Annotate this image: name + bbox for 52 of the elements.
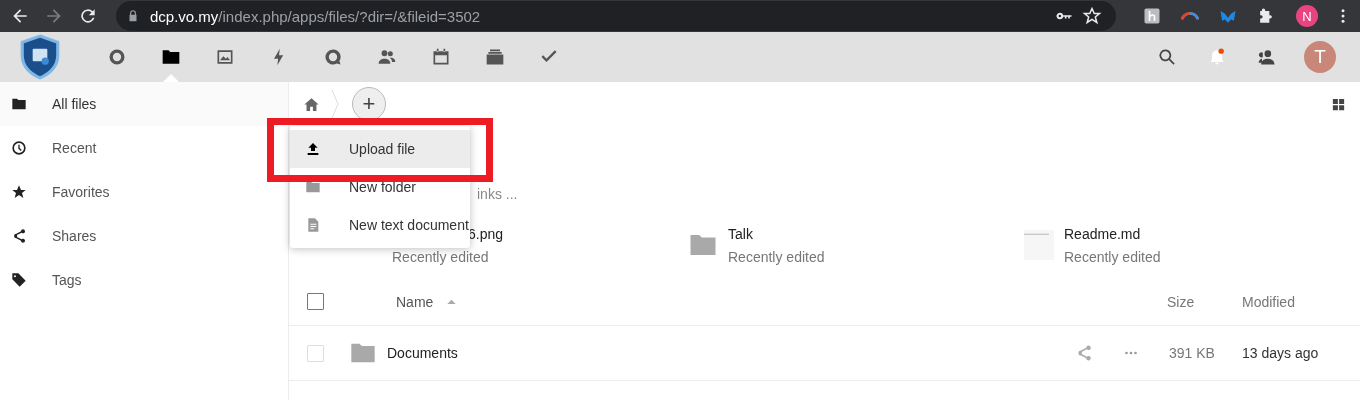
breadcrumb-separator-icon (330, 89, 340, 119)
tag-icon (11, 272, 27, 288)
extension-icon[interactable] (1142, 6, 1162, 26)
recent-file-subtitle: Recently edited (392, 248, 490, 265)
recent-file-name[interactable]: Talk (728, 225, 825, 242)
folder-icon (11, 96, 27, 112)
search-icon[interactable] (1157, 47, 1177, 67)
shield-logo-icon[interactable] (18, 34, 62, 80)
file-size: 391 KB (1169, 345, 1216, 361)
sidebar-item[interactable]: All files (0, 82, 288, 126)
home-icon[interactable] (303, 95, 320, 113)
image-icon (215, 47, 235, 67)
clock-icon (11, 140, 27, 156)
reload-icon[interactable] (78, 6, 98, 26)
select-all-checkbox[interactable] (307, 293, 324, 310)
recent-file-subtitle: Recently edited (728, 248, 825, 265)
bookmark-star-icon[interactable] (1082, 6, 1102, 26)
notes-field[interactable]: inks ... (477, 186, 518, 202)
recent-file-name[interactable]: Readme.md (1064, 225, 1161, 242)
folder-icon (305, 179, 321, 195)
menu-item[interactable]: New text document (290, 206, 470, 244)
profile-avatar[interactable]: N (1296, 5, 1318, 27)
star-icon (11, 184, 27, 200)
calendar-icon (431, 47, 451, 67)
upload-icon (305, 141, 321, 157)
grid-view-icon[interactable] (1331, 96, 1346, 112)
file-name[interactable]: Documents (387, 345, 458, 361)
add-button[interactable]: + (352, 87, 386, 121)
document-icon (305, 217, 321, 233)
sidebar-item[interactable]: Favorites (0, 170, 288, 214)
column-header[interactable]: Size (1167, 293, 1242, 310)
sidebar-item[interactable]: Tags (0, 258, 288, 302)
folder-icon (161, 47, 181, 67)
share-icon (11, 228, 27, 244)
sidebar-item[interactable]: Shares (0, 214, 288, 258)
row-checkbox[interactable] (307, 344, 324, 362)
recent-file-subtitle: Recently edited (1064, 248, 1161, 265)
menu-item[interactable]: Upload file (290, 130, 470, 168)
document-thumbnail (1024, 230, 1054, 260)
menu-item[interactable]: New folder (290, 168, 470, 206)
sidebar-item[interactable]: Recent (0, 126, 288, 170)
url-text: dcp.vo.my/index.php/apps/files/?dir=/&fileid=3502 (150, 7, 481, 25)
address-bar[interactable]: dcp.vo.my/index.php/apps/files/?dir=/&fileid=3502 (116, 1, 1116, 31)
sort-ascending-icon (447, 299, 457, 304)
chat-bubble-icon (323, 47, 343, 67)
contacts-icon[interactable] (1257, 47, 1277, 67)
stack-icon (485, 47, 505, 67)
column-header[interactable]: Name (396, 293, 434, 310)
column-header[interactable]: Modified (1242, 293, 1360, 310)
file-modified: 13 days ago (1242, 345, 1320, 361)
people-icon (377, 47, 397, 67)
kebab-menu-icon[interactable] (1340, 7, 1346, 25)
